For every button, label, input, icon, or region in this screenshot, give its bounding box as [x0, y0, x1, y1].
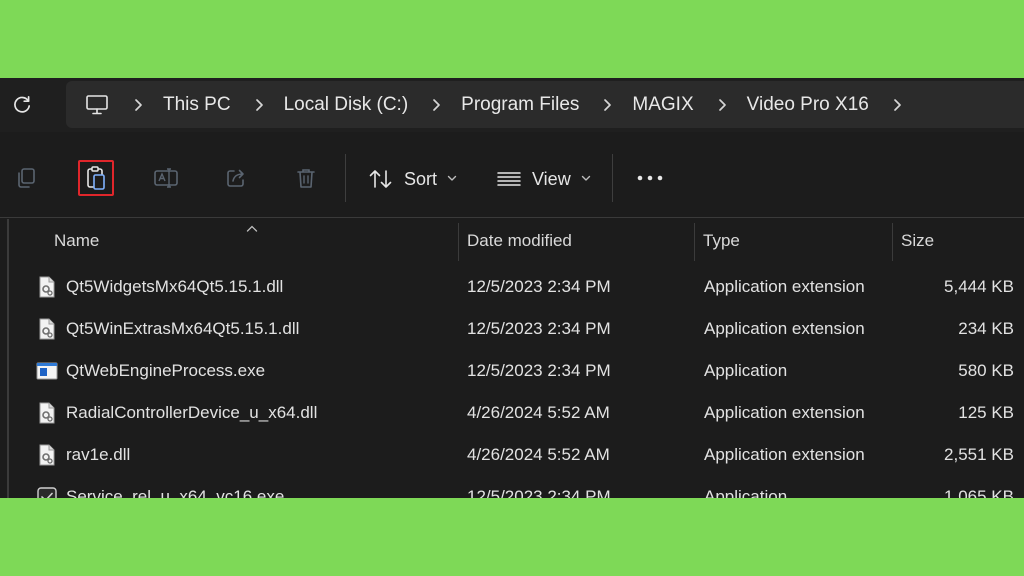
- toolbar-divider: [612, 154, 613, 202]
- file-size: 2,551 KB: [944, 445, 1014, 464]
- file-name: rav1e.dll: [66, 445, 131, 464]
- file-type: Application extension: [704, 445, 865, 464]
- file-size: 580 KB: [958, 361, 1014, 380]
- chevron-right-icon[interactable]: [432, 98, 441, 112]
- address-bar-row: This PC Local Disk (C:) Program Files MA…: [0, 78, 1024, 132]
- file-date: 12/5/2023 2:34 PM: [467, 361, 611, 380]
- more-horizontal-icon: [637, 175, 663, 181]
- sort-arrows-icon: [369, 170, 392, 188]
- share-icon: [227, 169, 244, 187]
- breadcrumb[interactable]: This PC Local Disk (C:) Program Files MA…: [66, 81, 1024, 128]
- paste-icon: [87, 166, 105, 190]
- table-row[interactable]: Qt5WinExtrasMx64Qt5.15.1.dll 12/5/2023 2…: [0, 308, 1024, 350]
- file-type: Application: [704, 361, 788, 380]
- dll-file-icon: [39, 402, 55, 424]
- column-header-type[interactable]: Type: [695, 219, 891, 263]
- dll-file-icon: [39, 444, 55, 466]
- file-name: Qt5WidgetsMx64Qt5.15.1.dll: [66, 277, 284, 296]
- view-lines-icon: [497, 172, 521, 186]
- delete-icon: [297, 169, 315, 188]
- rename-button[interactable]: [148, 160, 184, 196]
- exe-file-icon: [36, 362, 58, 380]
- file-date: 12/5/2023 2:34 PM: [467, 319, 611, 338]
- copy-icon: [18, 168, 35, 188]
- refresh-button[interactable]: [8, 91, 36, 119]
- file-size: 125 KB: [958, 403, 1014, 422]
- share-button[interactable]: [218, 160, 254, 196]
- chevron-right-icon[interactable]: [893, 98, 902, 112]
- breadcrumb-item-this-pc[interactable]: This PC: [163, 94, 231, 116]
- copy-button[interactable]: [8, 160, 44, 196]
- service-exe-icon: [37, 487, 57, 498]
- file-name: Service_rel_u_x64_vc16.exe: [66, 487, 285, 498]
- table-row[interactable]: QtWebEngineProcess.exe 12/5/2023 2:34 PM…: [0, 350, 1024, 392]
- sort-label: Sort: [404, 168, 438, 189]
- column-header-row: Name Date modified Type Size: [0, 219, 1024, 263]
- file-size: 234 KB: [958, 319, 1014, 338]
- rename-icon: [154, 168, 178, 188]
- file-type: Application extension: [704, 403, 865, 422]
- dll-file-icon: [39, 318, 55, 340]
- chevron-right-icon[interactable]: [603, 98, 612, 112]
- breadcrumb-item-magix[interactable]: MAGIX: [632, 94, 693, 116]
- file-type: Application extension: [704, 277, 865, 296]
- file-name: Qt5WinExtrasMx64Qt5.15.1.dll: [66, 319, 300, 338]
- file-date: 12/5/2023 2:34 PM: [467, 277, 611, 296]
- paste-button[interactable]: [78, 160, 114, 196]
- file-explorer-window: This PC Local Disk (C:) Program Files MA…: [0, 78, 1024, 498]
- breadcrumb-item-video-pro[interactable]: Video Pro X16: [747, 94, 869, 116]
- column-header-name[interactable]: Name: [46, 219, 456, 263]
- refresh-icon: [14, 95, 31, 113]
- file-date: 4/26/2024 5:52 AM: [467, 403, 610, 422]
- command-bar: Sort View: [0, 132, 1024, 218]
- view-menu-button[interactable]: View: [496, 164, 591, 194]
- column-header-size[interactable]: Size: [893, 219, 1024, 263]
- file-size: 5,444 KB: [944, 277, 1014, 296]
- chevron-right-icon[interactable]: [718, 98, 727, 112]
- file-type: Application: [704, 487, 788, 498]
- table-row[interactable]: rav1e.dll 4/26/2024 5:52 AM Application …: [0, 434, 1024, 476]
- chevron-down-icon: [581, 173, 591, 185]
- computer-icon: [84, 92, 110, 118]
- file-name: QtWebEngineProcess.exe: [66, 361, 266, 380]
- sort-menu-button[interactable]: Sort: [368, 164, 457, 194]
- table-row[interactable]: Service_rel_u_x64_vc16.exe 12/5/2023 2:3…: [0, 476, 1024, 498]
- toolbar-divider: [345, 154, 346, 202]
- file-date: 12/5/2023 2:34 PM: [467, 487, 611, 498]
- dll-file-icon: [39, 276, 55, 298]
- file-size: 1,065 KB: [944, 487, 1014, 498]
- view-label: View: [532, 168, 571, 189]
- column-header-date[interactable]: Date modified: [459, 219, 693, 263]
- breadcrumb-item-program-files[interactable]: Program Files: [461, 94, 579, 116]
- table-row[interactable]: Qt5WidgetsMx64Qt5.15.1.dll 12/5/2023 2:3…: [0, 266, 1024, 308]
- file-date: 4/26/2024 5:52 AM: [467, 445, 610, 464]
- chevron-right-icon[interactable]: [255, 98, 264, 112]
- file-type: Application extension: [704, 319, 865, 338]
- breadcrumb-item-local-disk[interactable]: Local Disk (C:): [284, 94, 409, 116]
- table-row[interactable]: RadialControllerDevice_u_x64.dll 4/26/20…: [0, 392, 1024, 434]
- chevron-down-icon: [447, 173, 457, 185]
- chevron-right-icon: [134, 98, 143, 112]
- delete-button[interactable]: [288, 160, 324, 196]
- file-name: RadialControllerDevice_u_x64.dll: [66, 403, 318, 422]
- see-more-button[interactable]: [634, 164, 666, 192]
